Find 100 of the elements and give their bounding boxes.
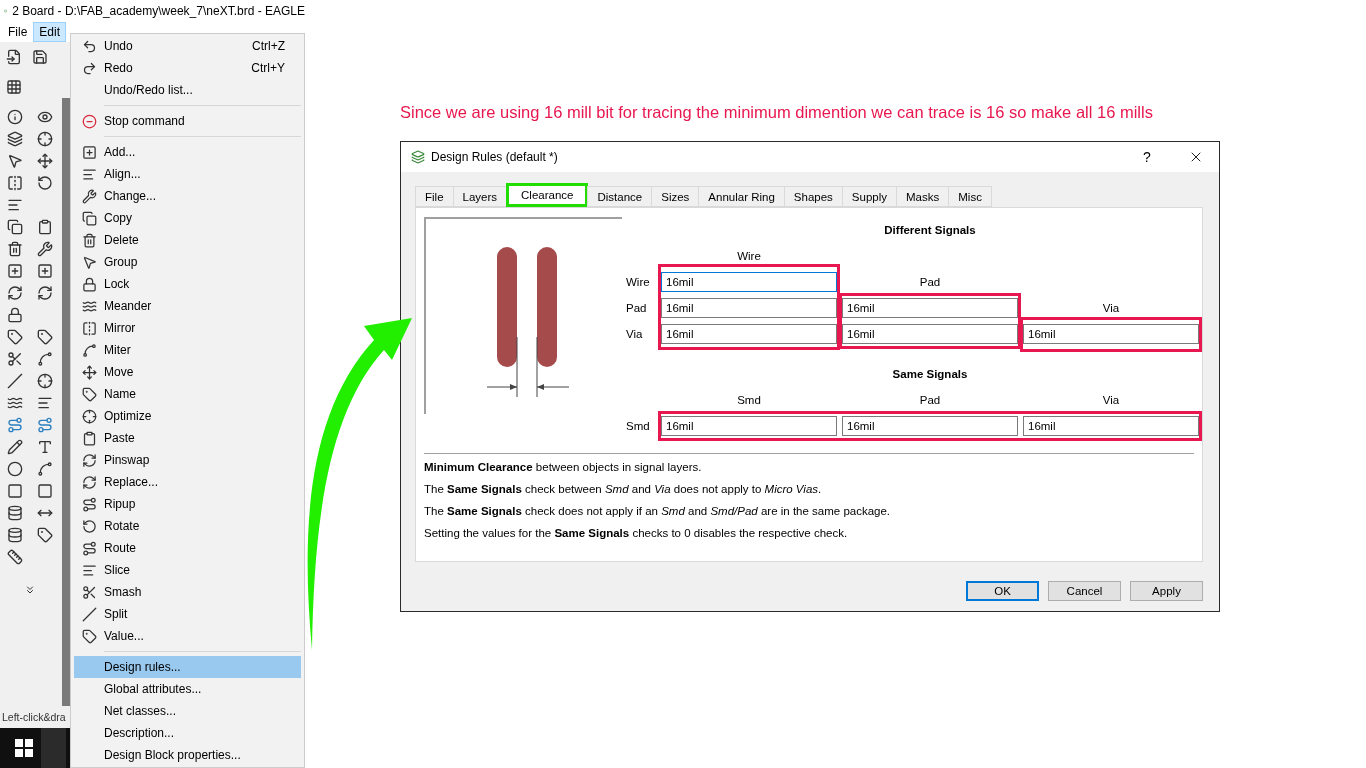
menu-item[interactable]: Rotate <box>74 515 301 537</box>
section-heading: Same Signals <box>892 368 968 380</box>
menu-item[interactable]: Route <box>74 537 301 559</box>
clearance-field[interactable]: 16mil <box>661 272 837 292</box>
clearance-field[interactable]: 16mil <box>1023 324 1199 344</box>
menu-item[interactable]: Change... <box>74 185 301 207</box>
tab[interactable]: Masks <box>896 186 950 207</box>
polygon-icon[interactable] <box>37 483 53 499</box>
rectangle-icon[interactable] <box>7 483 23 499</box>
menu-item[interactable]: Meander <box>74 295 301 317</box>
eye-icon[interactable] <box>37 109 53 125</box>
clearance-field[interactable]: 16mil <box>661 416 837 436</box>
move-icon[interactable] <box>37 153 53 169</box>
save-icon[interactable] <box>32 49 48 65</box>
import-icon[interactable] <box>6 49 22 65</box>
menu-item[interactable]: Copy <box>74 207 301 229</box>
menu-title[interactable]: Edit <box>33 22 67 42</box>
help-button[interactable]: ? <box>1127 149 1167 165</box>
menu-item[interactable]: Optimize <box>74 405 301 427</box>
menu-item[interactable]: Undo Ctrl+Z <box>74 35 301 57</box>
menu-item[interactable]: Miter <box>74 339 301 361</box>
menu-item[interactable]: Value... <box>74 625 301 647</box>
menu-item[interactable]: Description... <box>74 722 301 744</box>
dimension-icon[interactable] <box>7 549 23 565</box>
tab[interactable]: Annular Ring <box>698 186 785 207</box>
swap-icon[interactable] <box>7 285 23 301</box>
menu-item[interactable]: Delete <box>74 229 301 251</box>
menu-item[interactable]: Mirror <box>74 317 301 339</box>
menu-item[interactable]: Redo Ctrl+Y <box>74 57 301 79</box>
select-icon[interactable] <box>7 153 23 169</box>
route-icon[interactable] <box>7 417 23 433</box>
select-icon <box>81 254 97 270</box>
clearance-field[interactable]: 16mil <box>661 298 837 318</box>
clearance-field[interactable]: 16mil <box>661 324 837 344</box>
menu-item[interactable]: Ripup <box>74 493 301 515</box>
dialog-title: Design Rules (default *) <box>431 150 559 164</box>
tab[interactable]: Misc <box>948 186 992 207</box>
menu-item[interactable]: Undo/Redo list... <box>74 79 301 101</box>
row-label: Via <box>626 328 644 340</box>
clearance-field[interactable]: 16mil <box>842 324 1018 344</box>
lock-icon[interactable] <box>7 307 23 323</box>
tab[interactable]: Shapes <box>783 186 843 207</box>
arc-icon[interactable] <box>37 461 53 477</box>
menu-item[interactable]: Group <box>74 251 301 273</box>
menu-item[interactable]: Move <box>74 361 301 383</box>
menu-item[interactable]: Paste <box>74 427 301 449</box>
clearance-field[interactable]: 16mil <box>842 298 1018 318</box>
menu-item[interactable]: Stop command <box>74 110 301 132</box>
windows-icon[interactable] <box>15 739 33 757</box>
menu-item[interactable]: Design rules... <box>74 656 301 678</box>
column-header: Pad <box>919 394 941 406</box>
delete-icon[interactable] <box>7 241 23 257</box>
menu-item[interactable]: Smash <box>74 581 301 603</box>
add-icon[interactable] <box>7 263 23 279</box>
text-icon[interactable] <box>37 439 53 455</box>
menu-item[interactable]: Split <box>74 603 301 625</box>
clearance-field[interactable]: 16mil <box>1023 416 1199 436</box>
tab[interactable]: Sizes <box>651 186 700 207</box>
info-icon[interactable] <box>7 109 23 125</box>
delete-icon <box>81 232 97 248</box>
dialog-button[interactable]: Cancel <box>1048 581 1121 601</box>
menu-item[interactable]: Add... <box>74 141 301 163</box>
tab[interactable]: Supply <box>841 186 898 207</box>
menu-title[interactable]: File <box>2 22 34 42</box>
menu-item[interactable]: Global attributes... <box>74 678 301 700</box>
menu-item[interactable]: Pinswap <box>74 449 301 471</box>
menu-item[interactable]: Name <box>74 383 301 405</box>
crosshair-icon[interactable] <box>37 131 53 147</box>
grid-icon[interactable] <box>6 79 22 95</box>
tag-icon[interactable] <box>37 329 53 345</box>
tab[interactable]: Distance <box>587 186 653 207</box>
paste-icon[interactable] <box>37 219 53 235</box>
search-field[interactable] <box>41 728 66 768</box>
add-icon[interactable] <box>37 263 53 279</box>
wrench-icon[interactable] <box>37 241 53 257</box>
rotate-icon[interactable] <box>37 175 53 191</box>
menu-item[interactable]: Net classes... <box>74 700 301 722</box>
column-header: Via <box>1102 302 1120 314</box>
expand-icon[interactable] <box>24 584 36 596</box>
align-icon[interactable] <box>7 197 23 213</box>
meander-icon[interactable] <box>7 395 23 411</box>
dialog-button[interactable]: OK <box>966 581 1039 601</box>
dialog-button[interactable]: Apply <box>1130 581 1203 601</box>
menu-item[interactable]: Lock <box>74 273 301 295</box>
tab[interactable]: File <box>415 186 454 207</box>
note-text: The Same Signals check between Smd and Via does not apply to Micro Vias. <box>424 483 823 495</box>
tag-icon[interactable] <box>7 329 23 345</box>
copy-icon[interactable] <box>7 219 23 235</box>
menu-item[interactable]: Replace... <box>74 471 301 493</box>
menu-item[interactable]: Align... <box>74 163 301 185</box>
window-title: 2 Board - D:\FAB_academy\week_7\neXT.brd - EAGLE <box>12 4 305 18</box>
swap-icon <box>81 452 97 468</box>
clearance-field[interactable]: 16mil <box>842 416 1018 436</box>
tab[interactable]: Clearance <box>506 183 589 207</box>
layers-icon[interactable] <box>7 131 23 147</box>
tab[interactable]: Layers <box>452 186 508 207</box>
menu-item[interactable]: Design Block properties... <box>74 744 301 766</box>
menu-item[interactable]: Slice <box>74 559 301 581</box>
lock-icon <box>81 276 97 292</box>
circle-icon[interactable] <box>7 461 23 477</box>
